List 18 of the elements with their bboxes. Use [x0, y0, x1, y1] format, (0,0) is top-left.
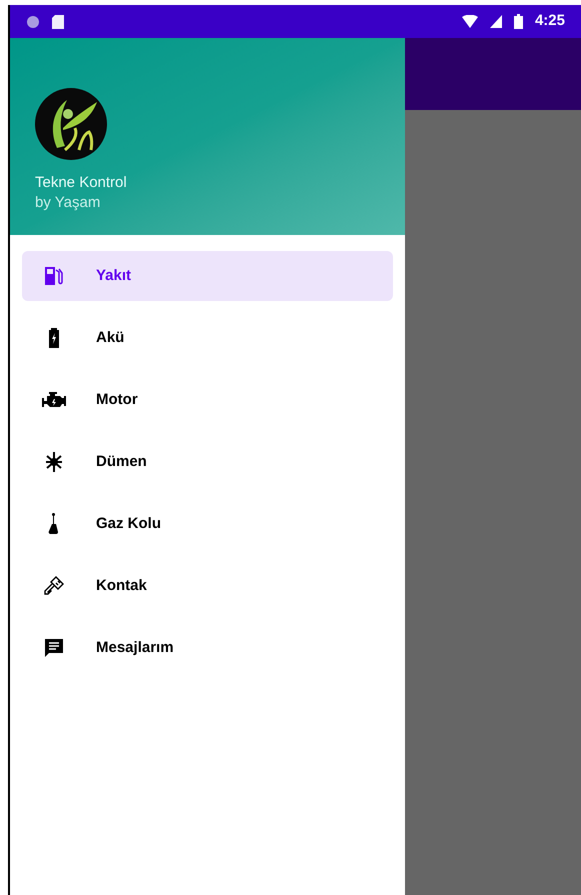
fuel-pump-icon [42, 264, 66, 288]
drawer-item[interactable]: Kontak [22, 561, 393, 611]
drawer-item[interactable]: Gaz Kolu [22, 499, 393, 549]
drawer-item[interactable]: Akü [22, 313, 393, 363]
drawer-item[interactable]: Mesajlarım [22, 623, 393, 673]
app-title: Tekne Kontrol [35, 173, 128, 193]
wifi-icon [462, 15, 478, 28]
drawer-item[interactable]: Yakıt [22, 251, 393, 301]
battery-status-icon [514, 14, 523, 29]
status-time: 4:25 [534, 11, 565, 32]
logo-icon [35, 88, 107, 160]
drawer-item[interactable]: Motor [22, 375, 393, 425]
message-icon [42, 636, 66, 660]
drawer-item[interactable]: Dümen [22, 437, 393, 487]
signal-icon [490, 15, 502, 28]
circle-icon [26, 14, 40, 28]
app-subtitle: by Yaşam [35, 193, 102, 213]
sd-card-icon [52, 14, 64, 28]
